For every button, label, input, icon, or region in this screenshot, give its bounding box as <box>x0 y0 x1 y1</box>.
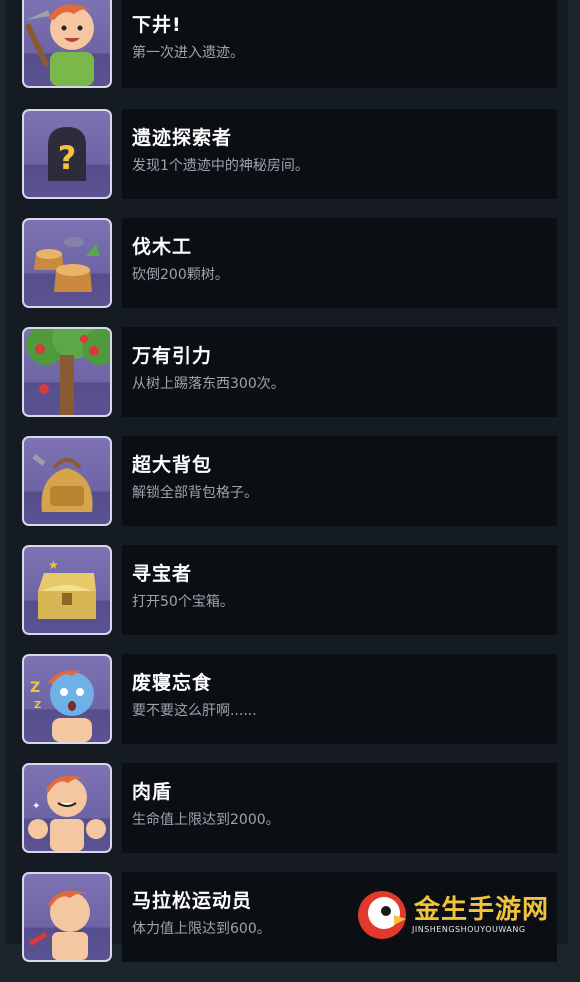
achievement-desc: 解锁全部背包格子。 <box>132 485 258 501</box>
achievement-desc: 砍倒200颗树。 <box>132 267 229 283</box>
achievement-row[interactable]: ✦ 肉盾 生命值上限达到2000。 <box>0 763 580 873</box>
parrot-logo-icon <box>358 891 406 939</box>
achievement-title: 万有引力 <box>132 345 213 367</box>
achievement-desc: 体力值上限达到600。 <box>132 921 271 937</box>
achievement-row[interactable]: 伐木工 砍倒200颗树。 <box>0 218 580 328</box>
achievement-title: 寻宝者 <box>132 563 193 585</box>
achievement-desc: 要不要这么肝啊...... <box>132 703 257 719</box>
achievement-card: 伐木工 砍倒200颗树。 <box>122 218 557 308</box>
achievement-title: 肉盾 <box>132 781 173 803</box>
svg-text:★: ★ <box>48 558 59 572</box>
achievement-title: 伐木工 <box>132 236 193 258</box>
achievement-row[interactable]: 超大背包 解锁全部背包格子。 <box>0 436 580 546</box>
achievement-title: 超大背包 <box>132 454 213 476</box>
svg-text:?: ? <box>58 139 77 177</box>
backpack-icon <box>22 436 112 526</box>
achievement-card: 肉盾 生命值上限达到2000。 <box>122 763 557 853</box>
achievement-row[interactable]: 万有引力 从树上踢落东西300次。 <box>0 327 580 437</box>
svg-text:Z: Z <box>30 680 40 696</box>
achievement-desc: 从树上踢落东西300次。 <box>132 376 285 392</box>
achievement-row[interactable]: ★ 寻宝者 打开50个宝箱。 <box>0 545 580 655</box>
apple-tree-icon <box>22 327 112 417</box>
achievement-card: 废寝忘食 要不要这么肝啊...... <box>122 654 557 744</box>
achievement-title: 废寝忘食 <box>132 672 213 694</box>
achievement-row[interactable]: ? 遗迹探索者 发现1个遗迹中的神秘房间。 <box>0 109 580 219</box>
site-watermark: 金生手游网 JINSHENGSHOUYOUWANG <box>356 885 578 943</box>
achievement-title: 马拉松运动员 <box>132 890 253 912</box>
watermark-domain: JINSHENGSHOUYOUWANG <box>412 925 526 934</box>
sleepy-boy-icon: Z Z <box>22 654 112 744</box>
treasure-chest-icon: ★ <box>22 545 112 635</box>
achievement-card: 寻宝者 打开50个宝箱。 <box>122 545 557 635</box>
muscle-boy-icon: ✦ <box>22 763 112 853</box>
mystery-tombstone-icon: ? <box>22 109 112 199</box>
svg-text:✦: ✦ <box>32 801 40 812</box>
achievement-card: 下井! 第一次进入遗迹。 <box>122 0 557 88</box>
achievement-desc: 生命值上限达到2000。 <box>132 812 280 828</box>
achievement-row[interactable]: 下井! 第一次进入遗迹。 <box>0 0 580 110</box>
achievement-card: 万有引力 从树上踢落东西300次。 <box>122 327 557 417</box>
watermark-name: 金生手游网 <box>414 895 550 925</box>
achievement-desc: 发现1个遗迹中的神秘房间。 <box>132 158 309 174</box>
achievement-row[interactable]: Z Z 废寝忘食 要不要这么肝啊...... <box>0 654 580 764</box>
achievement-card: 超大背包 解锁全部背包格子。 <box>122 436 557 526</box>
achievement-title: 下井! <box>132 14 182 36</box>
achievement-desc: 第一次进入遗迹。 <box>132 45 244 61</box>
achievement-card: 遗迹探索者 发现1个遗迹中的神秘房间。 <box>122 109 557 199</box>
achievement-title: 遗迹探索者 <box>132 127 233 149</box>
achievement-desc: 打开50个宝箱。 <box>132 594 234 610</box>
svg-text:Z: Z <box>34 700 41 711</box>
tree-stump-icon <box>22 218 112 308</box>
pickaxe-boy-icon <box>22 0 112 88</box>
runner-boy-icon <box>22 872 112 962</box>
